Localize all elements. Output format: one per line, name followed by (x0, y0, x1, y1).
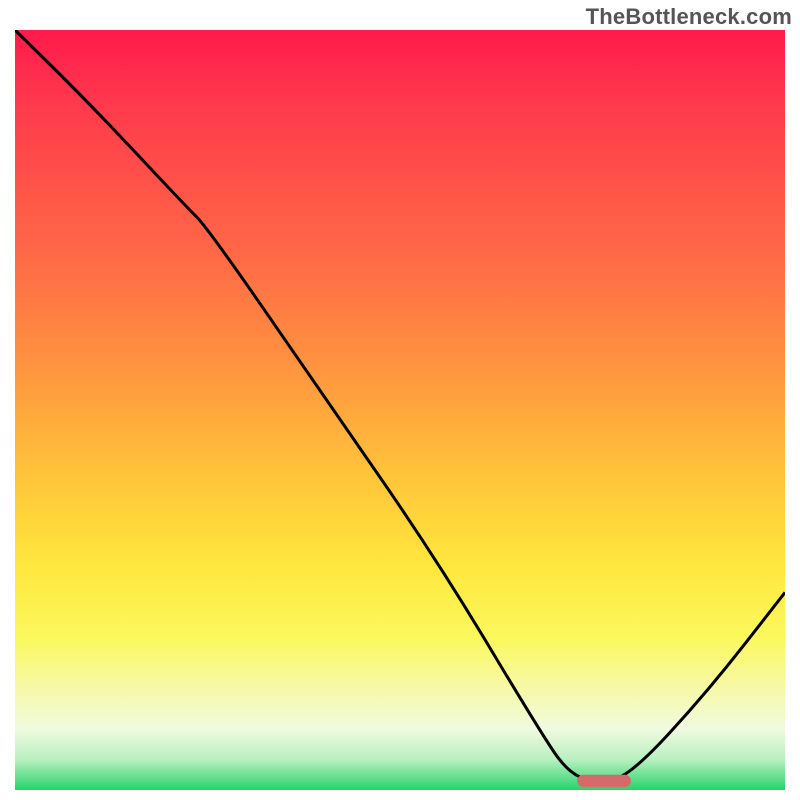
chart-svg (15, 30, 785, 790)
chart-area (15, 30, 785, 790)
watermark-text: TheBottleneck.com (586, 4, 792, 30)
bottleneck-curve-line (15, 30, 785, 781)
optimal-range-marker (577, 775, 631, 787)
